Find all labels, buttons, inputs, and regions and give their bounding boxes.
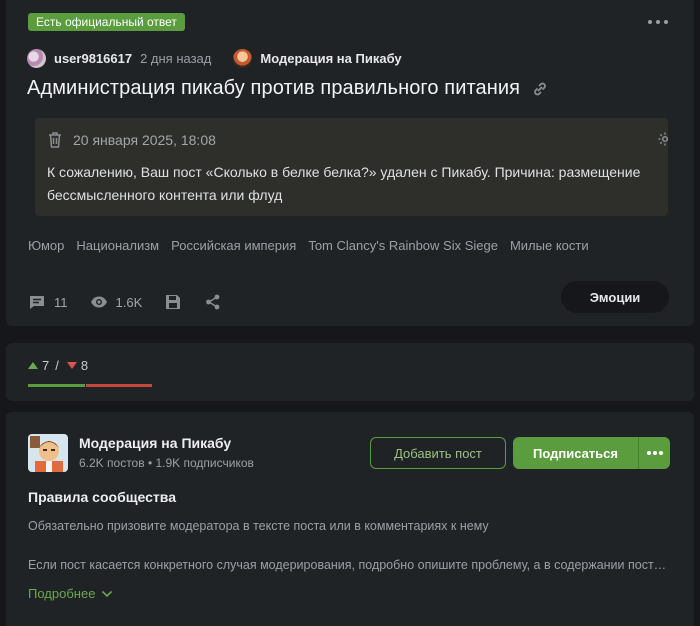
post-title[interactable]: Администрация пикабу против правильного …: [27, 77, 520, 100]
more-link[interactable]: Подробнее: [28, 586, 113, 601]
views-count: 1.6K: [115, 294, 143, 310]
post-actions: 11 1.6K: [28, 293, 222, 311]
tag-list: Юмор Национализм Российская империя Tom …: [28, 238, 589, 253]
emotions-button[interactable]: Эмоции: [561, 281, 669, 313]
share-button[interactable]: [204, 293, 222, 311]
upvote-count: 7: [42, 358, 50, 373]
save-icon: [166, 295, 181, 309]
author-name[interactable]: user9816617: [54, 51, 132, 66]
downvote-bar: [86, 384, 152, 387]
community-avatar-small[interactable]: [233, 48, 253, 68]
share-icon: [206, 294, 220, 310]
post-time[interactable]: 2 дня назад: [140, 51, 211, 66]
subscribe-more-button[interactable]: [638, 437, 670, 469]
tag[interactable]: Российская империя: [171, 238, 296, 253]
user-avatar[interactable]: [27, 48, 46, 68]
official-answer-badge[interactable]: Есть официальный ответ: [28, 13, 185, 31]
comment-icon: [30, 296, 44, 309]
community-card: Модерация на Пикабу 6.2K постов • 1.9K п…: [6, 412, 694, 626]
rule-item: Если пост касается конкретного случая мо…: [28, 558, 668, 572]
post-meta: user9816617 2 дня назад Модерация на Пик…: [27, 48, 402, 68]
post-menu-button[interactable]: [646, 15, 670, 29]
rules-title: Правила сообщества: [28, 489, 176, 505]
tag[interactable]: Милые кости: [510, 238, 589, 253]
add-post-button[interactable]: Добавить пост: [370, 437, 506, 469]
subscribers-count: 1.9K подписчиков: [155, 456, 254, 470]
save-button[interactable]: [164, 293, 182, 311]
downvote-count: 8: [80, 358, 89, 373]
more-label: Подробнее: [28, 586, 96, 601]
community-name[interactable]: Модерация на Пикабу: [79, 435, 231, 451]
notice-message: К сожалению, Ваш пост «Сколько в белке б…: [47, 164, 641, 203]
post-card: Есть официальный ответ user9816617 2 дня…: [6, 0, 694, 326]
tag[interactable]: Юмор: [28, 238, 64, 253]
comments-count: 11: [54, 294, 68, 310]
eye-icon: [90, 296, 107, 308]
rating-summary: 7 / 8: [28, 358, 88, 373]
post-title-row: Администрация пикабу против правильного …: [27, 77, 548, 100]
rule-item: Обязательно призовите модератора в текст…: [28, 519, 489, 533]
rating-card: 7 / 8: [6, 343, 694, 401]
posts-count: 6.2K постов: [79, 456, 145, 470]
views-counter: 1.6K: [90, 293, 143, 311]
comments-button[interactable]: 11: [28, 293, 68, 311]
community-avatar[interactable]: [28, 434, 68, 472]
community-link[interactable]: Модерация на Пикабу: [260, 51, 401, 66]
tag[interactable]: Tom Clancy's Rainbow Six Siege: [308, 238, 498, 253]
upvote-bar: [28, 384, 85, 387]
link-icon[interactable]: [532, 81, 548, 97]
deletion-notice: 20 января 2025, 18:08 К сожалению, Ваш п…: [35, 118, 668, 216]
subscribe-label: Подписаться: [532, 445, 618, 461]
gear-icon[interactable]: [657, 131, 668, 147]
upvote-icon[interactable]: [28, 362, 38, 369]
tag[interactable]: Национализм: [76, 238, 159, 253]
stats-dot: •: [147, 456, 153, 470]
subscribe-button[interactable]: Подписаться: [513, 437, 670, 469]
rating-separator: /: [55, 358, 59, 373]
notice-date: 20 января 2025, 18:08: [73, 132, 216, 148]
trash-icon: [49, 132, 61, 148]
chevron-down-icon: [102, 590, 113, 597]
downvote-icon[interactable]: [66, 362, 77, 369]
community-stats: 6.2K постов • 1.9K подписчиков: [79, 456, 254, 470]
